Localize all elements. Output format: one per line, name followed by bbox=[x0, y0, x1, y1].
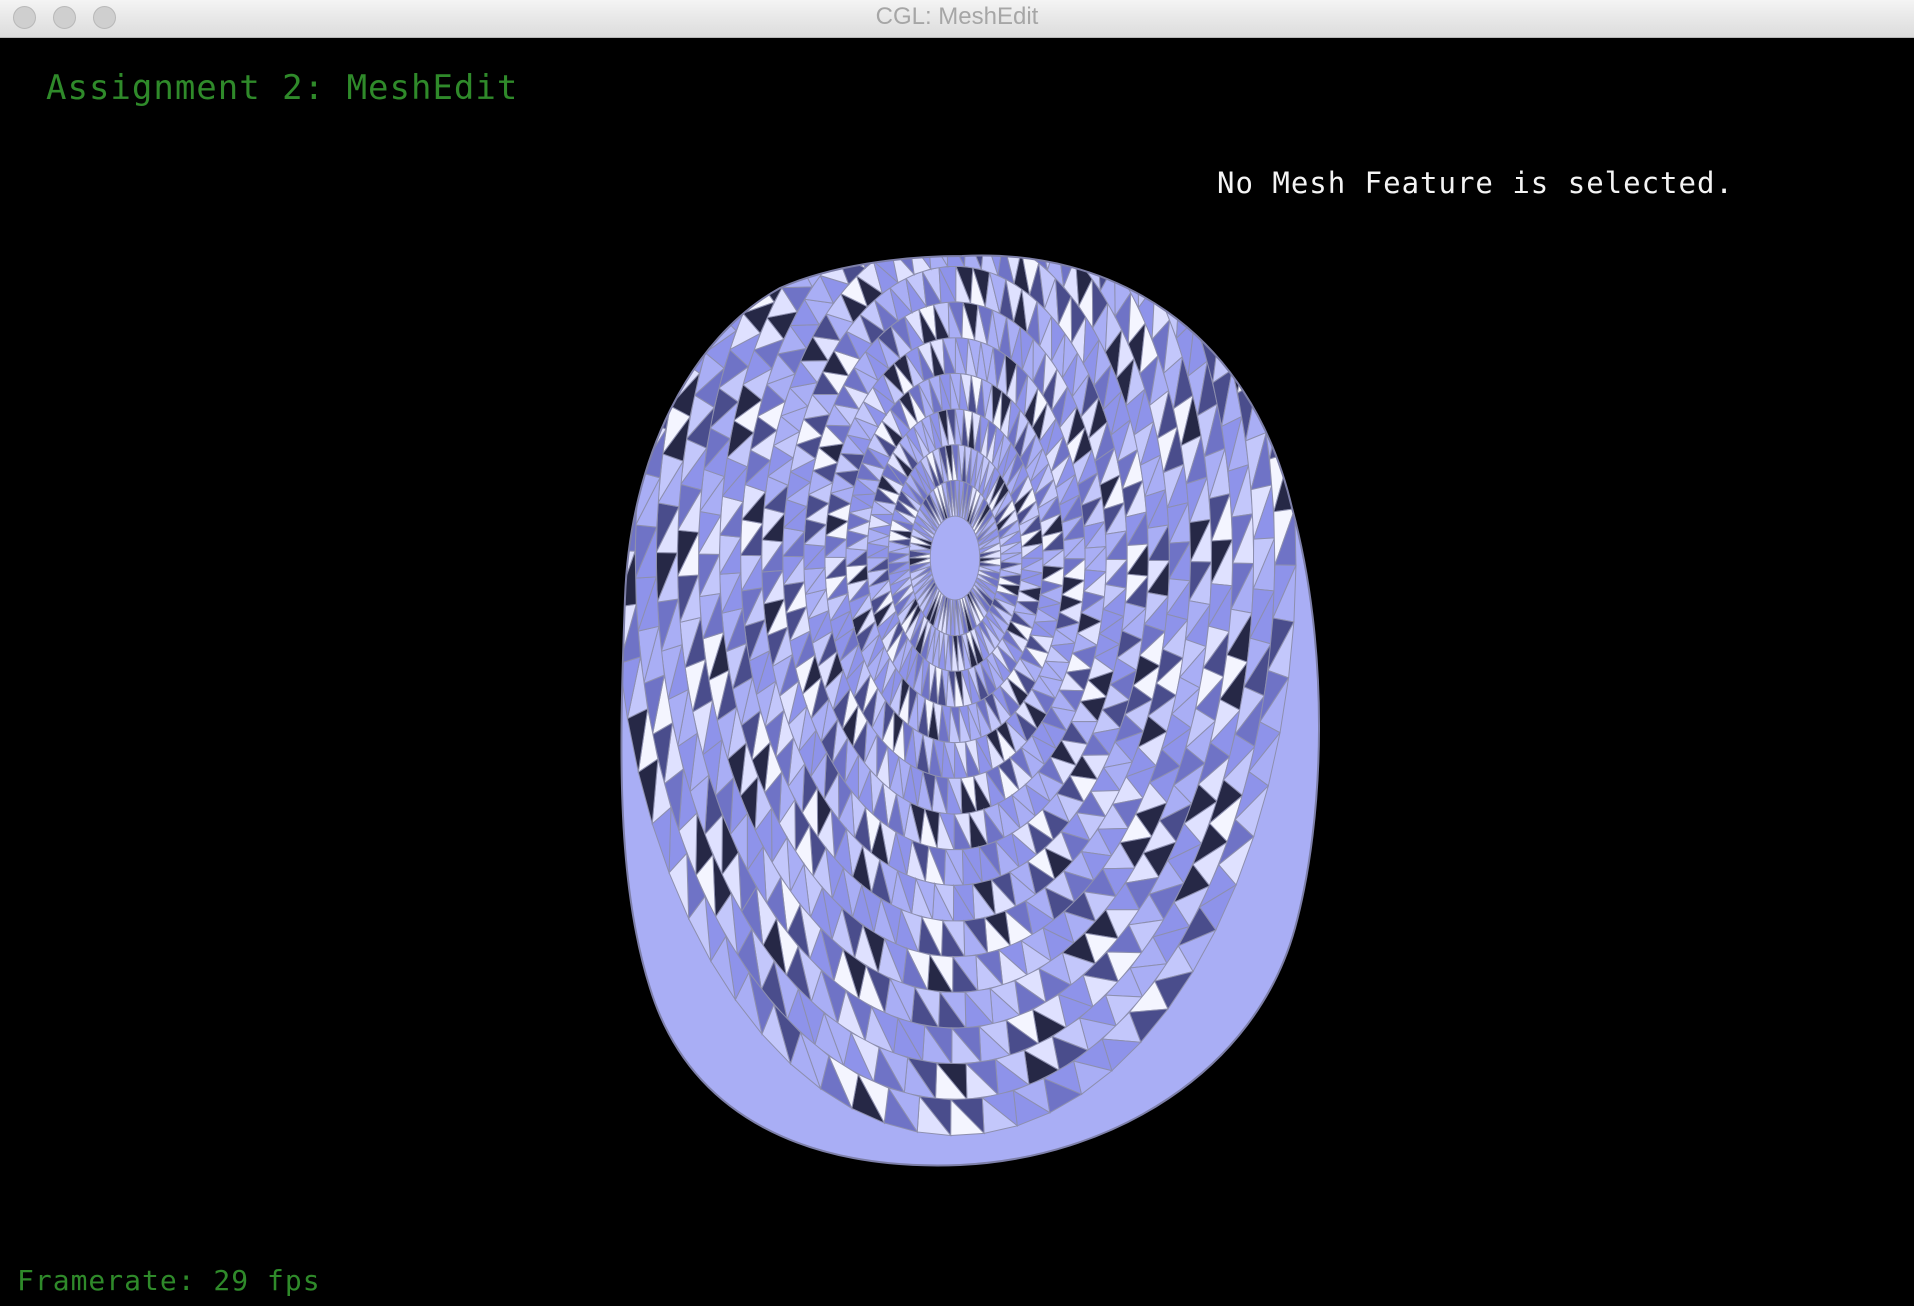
window-titlebar[interactable]: CGL: MeshEdit bbox=[0, 0, 1914, 38]
framerate-readout: Framerate: 29 fps bbox=[17, 1264, 321, 1297]
window-title: CGL: MeshEdit bbox=[875, 3, 1039, 30]
assignment-title: Assignment 2: MeshEdit bbox=[46, 68, 519, 108]
meshedit-window: CGL: MeshEdit Assignment 2: MeshEdit No … bbox=[0, 0, 1914, 1306]
selection-status: No Mesh Feature is selected. bbox=[1217, 166, 1734, 200]
render-viewport[interactable]: Assignment 2: MeshEdit No Mesh Feature i… bbox=[0, 38, 1914, 1306]
mesh-render[interactable] bbox=[0, 38, 1914, 1306]
